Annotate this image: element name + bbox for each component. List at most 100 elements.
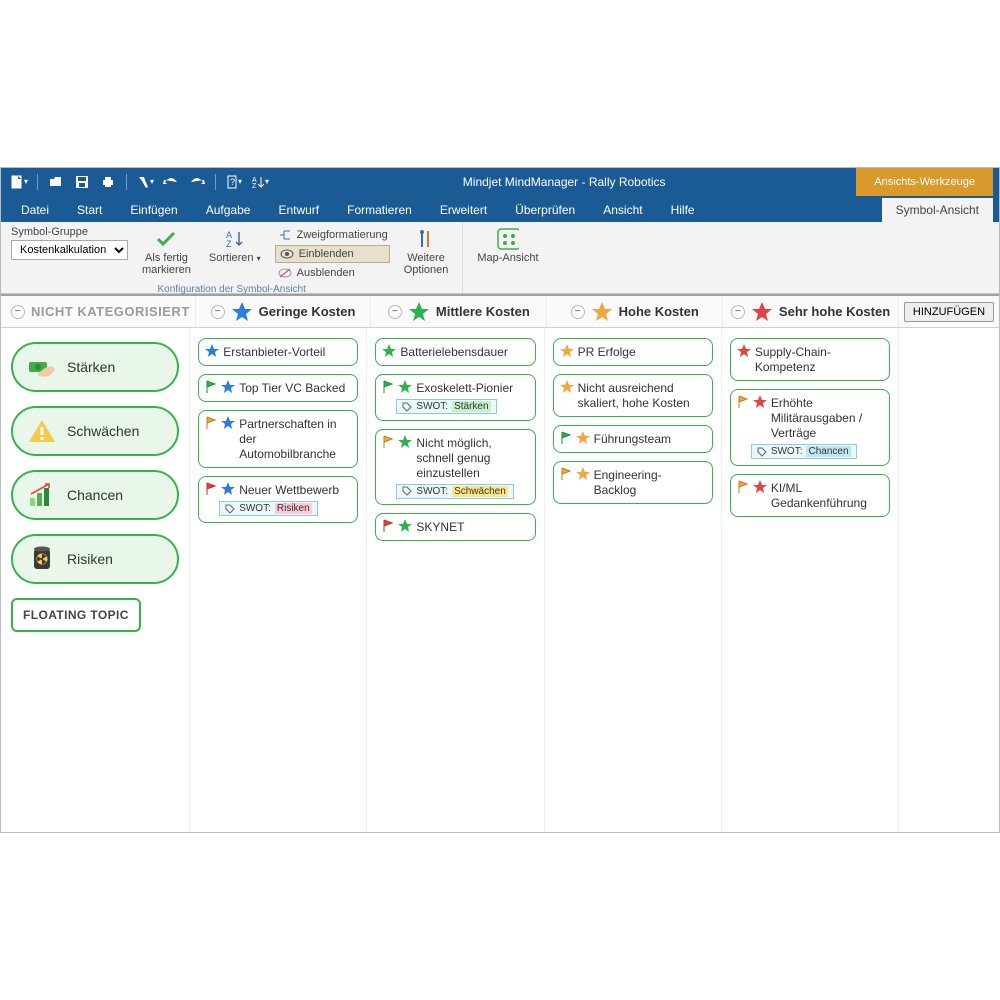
titlebar: ▾ ▾ ?▾ AZ▾ Mindjet MindManager - Rally R… [1,168,999,196]
card[interactable]: Partnerschaften in der Automobilbranche [198,410,358,468]
star-icon [753,395,767,409]
weitere-optionen-button[interactable]: Weitere Optionen [400,226,453,278]
lane-very-high-cost: Supply-Chain-Kompetenz Erhöhte Militärau… [722,328,899,832]
quick-access-toolbar: ▾ ▾ ?▾ AZ▾ [7,171,272,193]
star-icon [560,344,574,358]
card[interactable]: SKYNET [375,513,535,541]
swot-pill-risiken[interactable]: Risiken [11,534,179,584]
undo-button[interactable] [159,171,183,193]
flag-icon [205,380,217,394]
ribbon-tabs: Datei Start Einfügen Aufgabe Entwurf For… [1,196,999,222]
branch-format-icon [277,227,293,243]
column-header-row: − NICHT KATEGORISIERT − Geringe Kosten −… [1,294,999,328]
lane-high-cost: PR Erfolge Nicht ausreichend skaliert, h… [545,328,722,832]
tab-formatieren[interactable]: Formatieren [333,198,426,222]
star-icon [576,467,590,481]
sortieren-button[interactable]: AZ Sortieren ▾ [205,226,265,266]
tab-hilfe[interactable]: Hilfe [657,198,709,222]
tab-start[interactable]: Start [63,198,116,222]
ausblenden-button[interactable]: Ausblenden [275,264,390,282]
card[interactable]: Nicht ausreichend skaliert, hohe Kosten [553,374,713,417]
star-icon [751,301,773,323]
col-header-high-cost[interactable]: − Hohe Kosten [547,296,723,327]
context-tab-label: Ansichts-Werkzeuge [856,168,993,196]
star-icon [398,435,412,449]
star-icon [398,380,412,394]
swot-pill-chancen[interactable]: Chancen [11,470,179,520]
star-icon [221,380,235,394]
ribbon-group-view: Map-Ansicht [463,222,552,293]
star-icon [231,301,253,323]
svg-text:Z: Z [226,239,232,249]
add-column-button[interactable]: HINZUFÜGEN [904,302,994,322]
card-label: Neuer Wettbewerb [239,482,349,498]
card[interactable]: Nicht möglich, schnell genug einzustelle… [375,429,535,506]
card[interactable]: KI/ML Gedankenführung [730,474,890,517]
star-icon [382,344,396,358]
flag-icon [205,416,217,430]
svg-text:?: ? [230,177,235,187]
collapse-icon[interactable]: − [211,305,225,319]
card[interactable]: Erhöhte Militärausgaben / Verträge SWOT:… [730,389,890,466]
new-doc-button[interactable]: ▾ [7,171,31,193]
card-label: Supply-Chain-Kompetenz [755,344,881,375]
card[interactable]: Neuer Wettbewerb SWOT: Risiken [198,476,358,523]
col-header-uncategorized[interactable]: − NICHT KATEGORISIERT [1,296,196,327]
collapse-icon[interactable]: − [388,305,402,319]
col-header-mid-cost[interactable]: − Mittlere Kosten [371,296,547,327]
collapse-icon[interactable]: − [571,305,585,319]
zweigformatierung-button[interactable]: Zweigformatierung [275,226,390,244]
tab-ansicht[interactable]: Ansicht [589,198,656,222]
help-icon-button[interactable]: ?▾ [222,171,246,193]
open-button[interactable] [44,171,68,193]
als-fertig-button[interactable]: Als fertig markieren [138,226,195,278]
tab-erweitert[interactable]: Erweitert [426,198,501,222]
tab-aufgabe[interactable]: Aufgabe [192,198,265,222]
sort-icon-button[interactable]: AZ▾ [248,171,272,193]
col-header-very-high-cost[interactable]: − Sehr hohe Kosten [723,296,899,327]
card[interactable]: Erstanbieter-Vorteil [198,338,358,366]
checkmark-icon [155,228,177,250]
map-ansicht-button[interactable]: Map-Ansicht [473,226,542,266]
col-header-label: Mittlere Kosten [436,304,530,319]
card[interactable]: Batterielebensdauer [375,338,535,366]
swot-pill-schwaechen[interactable]: Schwächen [11,406,179,456]
card[interactable]: PR Erfolge [553,338,713,366]
swot-pill-staerken[interactable]: Stärken [11,342,179,392]
ribbon: Symbol-Gruppe Kostenkalkulation Als fert… [1,222,999,294]
card[interactable]: Engineering-Backlog [553,461,713,504]
card[interactable]: Supply-Chain-Kompetenz [730,338,890,381]
star-icon [560,380,574,394]
tab-datei[interactable]: Datei [7,198,63,222]
swot-pill-label: Schwächen [67,423,139,439]
tab-einfuegen[interactable]: Einfügen [116,198,191,222]
card[interactable]: Top Tier VC Backed [198,374,358,402]
lane-low-cost: Erstanbieter-Vorteil Top Tier VC Backed … [190,328,367,832]
card-label: Führungsteam [594,431,704,447]
col-header-label: Sehr hohe Kosten [779,304,890,319]
flag-icon [382,519,394,533]
card[interactable]: Führungsteam [553,425,713,453]
swot-tag: SWOT: Schwächen [396,484,513,499]
col-header-label: NICHT KATEGORISIERT [31,304,190,319]
collapse-icon[interactable]: − [731,305,745,319]
tab-symbolansicht[interactable]: Symbol-Ansicht [882,198,993,222]
card[interactable]: Exoskelett-Pionier SWOT: Stärken [375,374,535,421]
format-painter-button[interactable]: ▾ [133,171,157,193]
floating-topic[interactable]: FLOATING TOPIC [11,598,141,632]
collapse-icon[interactable]: − [11,305,25,319]
print-button[interactable] [96,171,120,193]
symbolgruppe-select[interactable]: Kostenkalkulation [11,240,128,260]
einblenden-button[interactable]: Einblenden [275,245,390,263]
tab-entwurf[interactable]: Entwurf [264,198,333,222]
redo-button[interactable] [185,171,209,193]
card-label: Partnerschaften in der Automobilbranche [239,416,349,462]
flag-icon [382,380,394,394]
flag-icon [382,435,394,449]
card-label: Top Tier VC Backed [239,380,349,396]
tab-ueberpruefen[interactable]: Überprüfen [501,198,589,222]
swot-pill-label: Chancen [67,487,123,503]
swot-tag: SWOT: Chancen [751,444,857,459]
col-header-low-cost[interactable]: − Geringe Kosten [196,296,372,327]
save-button[interactable] [70,171,94,193]
